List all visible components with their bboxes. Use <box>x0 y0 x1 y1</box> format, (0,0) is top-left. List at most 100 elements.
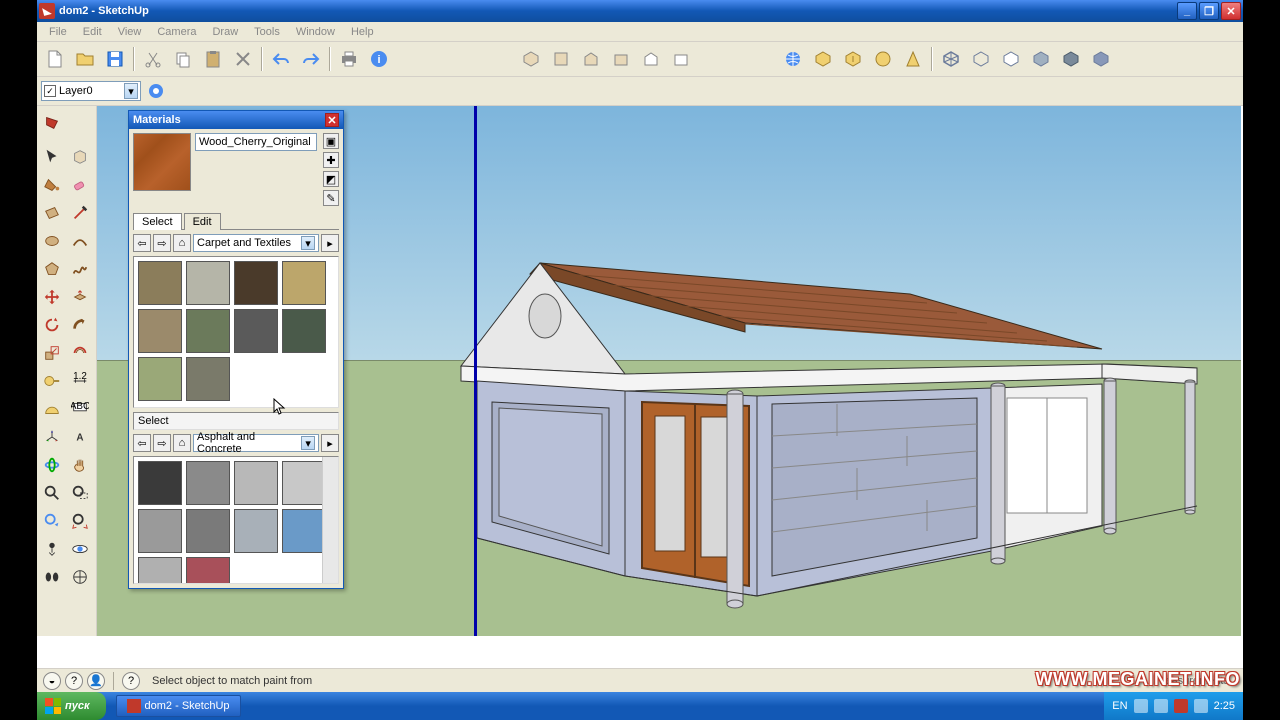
zoom-previous-icon[interactable] <box>39 508 65 534</box>
save-icon[interactable] <box>101 45 129 73</box>
nav-back-icon[interactable]: ⇦ <box>133 434 151 452</box>
sample-paint-icon[interactable]: ✎ <box>323 190 339 206</box>
move-tool-icon[interactable] <box>39 284 65 310</box>
zoom-window-icon[interactable] <box>67 480 93 506</box>
taskbar-item-sketchup[interactable]: dom2 - SketchUp <box>116 695 241 717</box>
xray-icon[interactable] <box>937 45 965 73</box>
menu-draw[interactable]: Draw <box>204 24 246 40</box>
material-swatch[interactable] <box>234 461 278 505</box>
material-swatch[interactable] <box>138 461 182 505</box>
layer-dropdown[interactable]: Layer0 ▾ <box>41 81 141 101</box>
model-info-icon[interactable] <box>39 110 65 136</box>
material-swatch[interactable] <box>138 309 182 353</box>
material-swatch[interactable] <box>282 309 326 353</box>
info-icon[interactable]: i <box>365 45 393 73</box>
material-swatch[interactable] <box>138 557 182 584</box>
tab-select[interactable]: Select <box>133 213 182 230</box>
line-tool-icon[interactable] <box>67 200 93 226</box>
material-swatch[interactable] <box>282 509 326 553</box>
orbit-tool-icon[interactable] <box>39 452 65 478</box>
menu-window[interactable]: Window <box>288 24 343 40</box>
arc-tool-icon[interactable] <box>67 228 93 254</box>
help-icon[interactable]: ? <box>122 672 140 690</box>
scale-tool-icon[interactable] <box>39 340 65 366</box>
new-file-icon[interactable] <box>41 45 69 73</box>
chevron-down-icon[interactable]: ▾ <box>124 83 138 99</box>
material-swatch[interactable] <box>186 357 230 401</box>
material-category-dropdown[interactable]: Carpet and Textiles ▾ <box>193 234 319 252</box>
iso-view-icon[interactable] <box>517 45 545 73</box>
3dtext-tool-icon[interactable]: A <box>67 424 93 450</box>
zoom-extents-icon[interactable] <box>67 508 93 534</box>
paste-icon[interactable] <box>199 45 227 73</box>
material-swatch[interactable] <box>282 261 326 305</box>
rotate-tool-icon[interactable] <box>39 312 65 338</box>
geo-icon[interactable] <box>899 45 927 73</box>
freehand-tool-icon[interactable] <box>67 256 93 282</box>
minimize-button[interactable]: _ <box>1177 2 1197 20</box>
scrollbar[interactable] <box>322 457 338 583</box>
material-swatch[interactable] <box>186 461 230 505</box>
shaded-icon[interactable] <box>1027 45 1055 73</box>
copy-icon[interactable] <box>169 45 197 73</box>
chevron-down-icon[interactable]: ▾ <box>301 436 315 450</box>
print-icon[interactable] <box>335 45 363 73</box>
monochrome-icon[interactable] <box>1087 45 1115 73</box>
material-swatch[interactable] <box>186 261 230 305</box>
material-swatch[interactable] <box>138 261 182 305</box>
tray-icon[interactable] <box>1134 699 1148 713</box>
display-secondary-icon[interactable]: ▣ <box>323 133 339 149</box>
wireframe-icon[interactable] <box>967 45 995 73</box>
circle-tool-icon[interactable] <box>39 228 65 254</box>
tray-icon[interactable] <box>1194 699 1208 713</box>
followme-tool-icon[interactable] <box>67 312 93 338</box>
select-tool-icon[interactable] <box>39 144 65 170</box>
right-view-icon[interactable] <box>607 45 635 73</box>
web-icon[interactable] <box>779 45 807 73</box>
zoom-tool-icon[interactable] <box>39 480 65 506</box>
geo-location-icon[interactable]: ◒ <box>43 672 61 690</box>
top-view-icon[interactable] <box>547 45 575 73</box>
start-button[interactable]: пуск <box>37 692 106 720</box>
position-camera-icon[interactable] <box>39 536 65 562</box>
nav-home-icon[interactable]: ⌂ <box>173 434 191 452</box>
details-menu-icon[interactable]: ▸ <box>321 434 339 452</box>
layer-visible-checkbox[interactable] <box>44 85 56 97</box>
delete-icon[interactable] <box>229 45 257 73</box>
material-swatch[interactable] <box>138 357 182 401</box>
front-view-icon[interactable] <box>577 45 605 73</box>
offset-tool-icon[interactable] <box>67 340 93 366</box>
materials-panel[interactable]: Materials ✕ Wood_Cherry_Original ▣ ✚ ◩ ✎… <box>128 110 344 589</box>
undo-icon[interactable] <box>267 45 295 73</box>
text-tool-icon[interactable]: ABC <box>67 396 93 422</box>
set-default-icon[interactable]: ◩ <box>323 171 339 187</box>
paint-bucket-icon[interactable] <box>39 172 65 198</box>
pushpull-tool-icon[interactable] <box>67 284 93 310</box>
close-button[interactable]: ✕ <box>1221 2 1241 20</box>
pan-tool-icon[interactable] <box>67 452 93 478</box>
open-file-icon[interactable] <box>71 45 99 73</box>
shaded-texture-icon[interactable] <box>1057 45 1085 73</box>
material-swatch[interactable] <box>234 309 278 353</box>
material-preview[interactable] <box>133 133 191 191</box>
eraser-icon[interactable] <box>67 172 93 198</box>
credits-icon[interactable]: ? <box>65 672 83 690</box>
clock[interactable]: 2:25 <box>1214 700 1235 712</box>
menu-file[interactable]: File <box>41 24 75 40</box>
menu-edit[interactable]: Edit <box>75 24 110 40</box>
walk-tool-icon[interactable] <box>39 564 65 590</box>
tape-tool-icon[interactable] <box>39 368 65 394</box>
hidden-line-icon[interactable] <box>997 45 1025 73</box>
material-swatch[interactable] <box>234 261 278 305</box>
menu-camera[interactable]: Camera <box>149 24 204 40</box>
material-swatch[interactable] <box>234 509 278 553</box>
material-swatch[interactable] <box>138 509 182 553</box>
nav-back-icon[interactable]: ⇦ <box>133 234 151 252</box>
menu-help[interactable]: Help <box>343 24 382 40</box>
material-swatch[interactable] <box>186 509 230 553</box>
redo-icon[interactable] <box>297 45 325 73</box>
create-material-icon[interactable]: ✚ <box>323 152 339 168</box>
component-icon[interactable] <box>67 144 93 170</box>
material-swatch[interactable] <box>282 461 326 505</box>
layer-manager-icon[interactable] <box>145 80 167 102</box>
